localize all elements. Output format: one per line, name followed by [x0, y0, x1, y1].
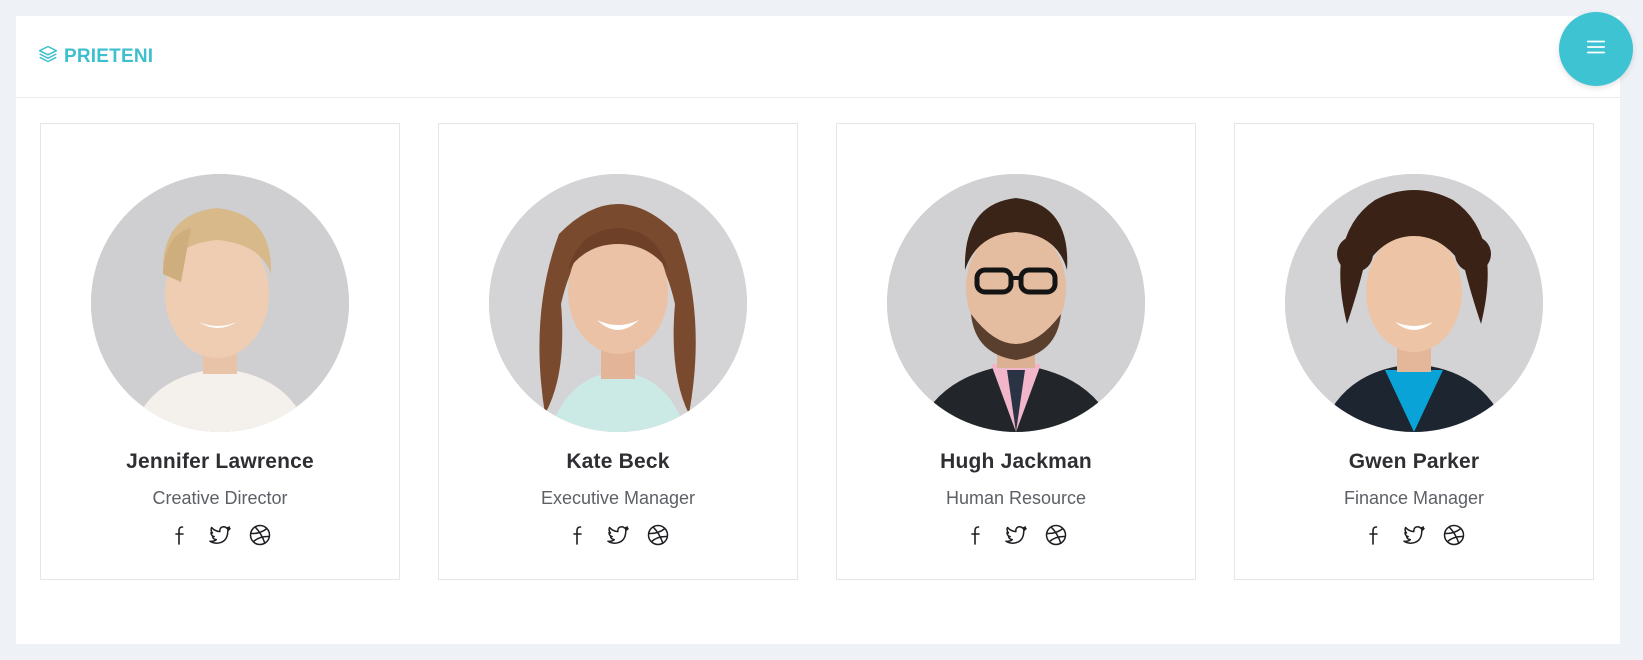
friends-panel: PRIETENI Jennifer Lawrence Creative Dire…	[16, 16, 1620, 644]
twitter-icon[interactable]	[1402, 523, 1426, 547]
social-links	[168, 523, 272, 547]
friend-name: Hugh Jackman	[940, 450, 1092, 473]
friend-card: Jennifer Lawrence Creative Director	[40, 123, 400, 580]
dribbble-icon[interactable]	[1044, 523, 1068, 547]
friend-name: Kate Beck	[566, 450, 670, 473]
avatar[interactable]	[887, 174, 1145, 432]
friend-card: Hugh Jackman Human Resource	[836, 123, 1196, 580]
facebook-icon[interactable]	[168, 523, 192, 547]
friend-role: Executive Manager	[540, 488, 696, 508]
layers-icon	[38, 44, 58, 70]
twitter-icon[interactable]	[208, 523, 232, 547]
social-links	[566, 523, 670, 547]
dribbble-icon[interactable]	[646, 523, 670, 547]
hamburger-menu-button[interactable]	[1559, 12, 1633, 86]
facebook-icon[interactable]	[964, 523, 988, 547]
avatar[interactable]	[489, 174, 747, 432]
friend-role: Creative Director	[152, 488, 288, 508]
dribbble-icon[interactable]	[248, 523, 272, 547]
friend-name: Gwen Parker	[1348, 450, 1480, 473]
panel-header: PRIETENI	[16, 16, 1620, 98]
twitter-icon[interactable]	[1004, 523, 1028, 547]
panel-title: PRIETENI	[38, 44, 153, 70]
friends-grid: Jennifer Lawrence Creative Director Kate…	[40, 123, 1594, 580]
panel-title-text: PRIETENI	[64, 45, 154, 67]
twitter-icon[interactable]	[606, 523, 630, 547]
hamburger-menu-icon	[1585, 36, 1607, 63]
friend-card: Gwen Parker Finance Manager	[1234, 123, 1594, 580]
facebook-icon[interactable]	[566, 523, 590, 547]
friend-role: Human Resource	[945, 488, 1087, 508]
friend-card: Kate Beck Executive Manager	[438, 123, 798, 580]
dribbble-icon[interactable]	[1442, 523, 1466, 547]
social-links	[964, 523, 1068, 547]
avatar[interactable]	[91, 174, 349, 432]
social-links	[1362, 523, 1466, 547]
friend-role: Finance Manager	[1343, 488, 1485, 508]
friend-name: Jennifer Lawrence	[126, 450, 314, 473]
avatar[interactable]	[1285, 174, 1543, 432]
facebook-icon[interactable]	[1362, 523, 1386, 547]
